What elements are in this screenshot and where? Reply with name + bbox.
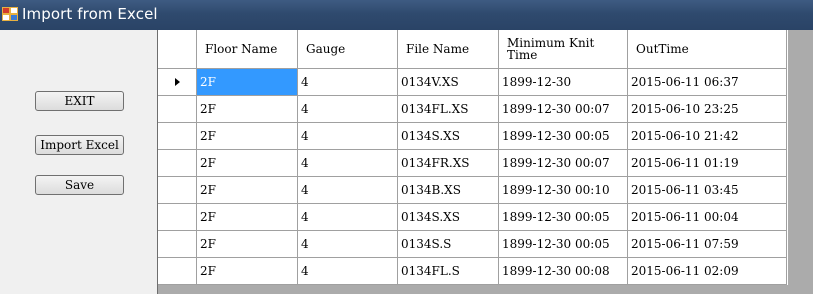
table-row[interactable]: 2F 4 0134FR.XS 1899-12-30 00:07 2015-06-11 0… xyxy=(158,149,787,177)
row-header[interactable] xyxy=(158,230,197,258)
cell-gauge[interactable]: 4 xyxy=(297,95,398,123)
cell-floor-name[interactable]: 2F xyxy=(196,203,298,231)
cell-outtime[interactable]: 2015-06-11 06:37 xyxy=(627,68,787,96)
cell-minimum-knit-time[interactable]: 1899-12-30 00:05 xyxy=(498,230,628,258)
corner-cell xyxy=(158,30,197,69)
current-row-arrow-icon xyxy=(174,78,180,86)
data-table: Floor Name Gauge File Name Minimum Knit … xyxy=(158,30,787,285)
cell-minimum-knit-time[interactable]: 1899-12-30 00:08 xyxy=(498,257,628,285)
row-header[interactable] xyxy=(158,68,197,96)
cell-outtime[interactable]: 2015-06-11 00:04 xyxy=(627,203,787,231)
cell-outtime[interactable]: 2015-06-10 23:25 xyxy=(627,95,787,123)
cell-gauge[interactable]: 4 xyxy=(297,149,398,177)
cell-minimum-knit-time[interactable]: 1899-12-30 xyxy=(498,68,628,96)
row-header[interactable] xyxy=(158,203,197,231)
cell-floor-name[interactable]: 2F xyxy=(196,257,298,285)
table-row[interactable]: 2F 4 0134FL.S 1899-12-30 00:08 2015-06-11 02… xyxy=(158,257,787,285)
cell-outtime[interactable]: 2015-06-10 21:42 xyxy=(627,122,787,150)
cell-minimum-knit-time[interactable]: 1899-12-30 00:05 xyxy=(498,122,628,150)
row-header[interactable] xyxy=(158,95,197,123)
table-row[interactable]: 2F 4 0134FL.XS 1899-12-30 00:07 2015-06-10 2… xyxy=(158,95,787,123)
table-row[interactable]: 2F 4 0134B.XS 1899-12-30 00:10 2015-06-11 03… xyxy=(158,176,787,204)
table-row[interactable]: 2F 4 0134S.XS 1899-12-30 00:05 2015-06-10 21… xyxy=(158,122,787,150)
save-button[interactable]: Save xyxy=(35,175,124,195)
cell-outtime[interactable]: 2015-06-11 03:45 xyxy=(627,176,787,204)
table-row[interactable]: 2F 4 0134S.S 1899-12-30 00:05 2015-06-11 07:… xyxy=(158,230,787,258)
column-header-gauge[interactable]: Gauge xyxy=(297,30,398,69)
cell-file-name[interactable]: 0134FR.XS xyxy=(397,149,499,177)
cell-floor-name[interactable]: 2F xyxy=(196,95,298,123)
cell-gauge[interactable]: 4 xyxy=(297,122,398,150)
cell-floor-name[interactable]: 2F xyxy=(196,68,298,96)
window-title: Import from Excel xyxy=(22,5,158,23)
cell-gauge[interactable]: 4 xyxy=(297,68,398,96)
cell-file-name[interactable]: 0134S.XS xyxy=(397,122,499,150)
cell-minimum-knit-time[interactable]: 1899-12-30 00:10 xyxy=(498,176,628,204)
cell-minimum-knit-time[interactable]: 1899-12-30 00:07 xyxy=(498,149,628,177)
cell-outtime[interactable]: 2015-06-11 07:59 xyxy=(627,230,787,258)
row-header[interactable] xyxy=(158,149,197,177)
column-header-minimum-knit-time[interactable]: Minimum Knit Time xyxy=(498,30,628,69)
cell-floor-name[interactable]: 2F xyxy=(196,230,298,258)
cell-gauge[interactable]: 4 xyxy=(297,257,398,285)
header-row: Floor Name Gauge File Name Minimum Knit … xyxy=(158,30,787,69)
import-excel-button[interactable]: Import Excel xyxy=(35,135,124,155)
cell-floor-name[interactable]: 2F xyxy=(196,176,298,204)
app-icon xyxy=(2,7,18,21)
title-bar[interactable]: Import from Excel xyxy=(0,0,813,30)
cell-file-name[interactable]: 0134V.XS xyxy=(397,68,499,96)
row-header[interactable] xyxy=(158,122,197,150)
cell-outtime[interactable]: 2015-06-11 01:19 xyxy=(627,149,787,177)
cell-outtime[interactable]: 2015-06-11 02:09 xyxy=(627,257,787,285)
row-header[interactable] xyxy=(158,176,197,204)
cell-file-name[interactable]: 0134FL.XS xyxy=(397,95,499,123)
cell-file-name[interactable]: 0134S.XS xyxy=(397,203,499,231)
column-header-floor-name[interactable]: Floor Name xyxy=(196,30,298,69)
button-panel: EXIT Import Excel Save xyxy=(0,30,157,294)
exit-button[interactable]: EXIT xyxy=(35,91,124,111)
cell-file-name[interactable]: 0134S.S xyxy=(397,230,499,258)
table-row[interactable]: 2F 4 0134S.XS 1899-12-30 00:05 2015-06-11 00… xyxy=(158,203,787,231)
cell-minimum-knit-time[interactable]: 1899-12-30 00:07 xyxy=(498,95,628,123)
row-header[interactable] xyxy=(158,257,197,285)
cell-gauge[interactable]: 4 xyxy=(297,203,398,231)
cell-minimum-knit-time[interactable]: 1899-12-30 00:05 xyxy=(498,203,628,231)
cell-file-name[interactable]: 0134B.XS xyxy=(397,176,499,204)
table-row[interactable]: 2F 4 0134V.XS 1899-12-30 2015-06-11 06:37 xyxy=(158,68,787,96)
column-header-file-name[interactable]: File Name xyxy=(397,30,499,69)
cell-floor-name[interactable]: 2F xyxy=(196,149,298,177)
cell-file-name[interactable]: 0134FL.S xyxy=(397,257,499,285)
data-grid[interactable]: Floor Name Gauge File Name Minimum Knit … xyxy=(157,30,813,294)
cell-gauge[interactable]: 4 xyxy=(297,176,398,204)
column-header-outtime[interactable]: OutTime xyxy=(627,30,787,69)
cell-gauge[interactable]: 4 xyxy=(297,230,398,258)
cell-floor-name[interactable]: 2F xyxy=(196,122,298,150)
